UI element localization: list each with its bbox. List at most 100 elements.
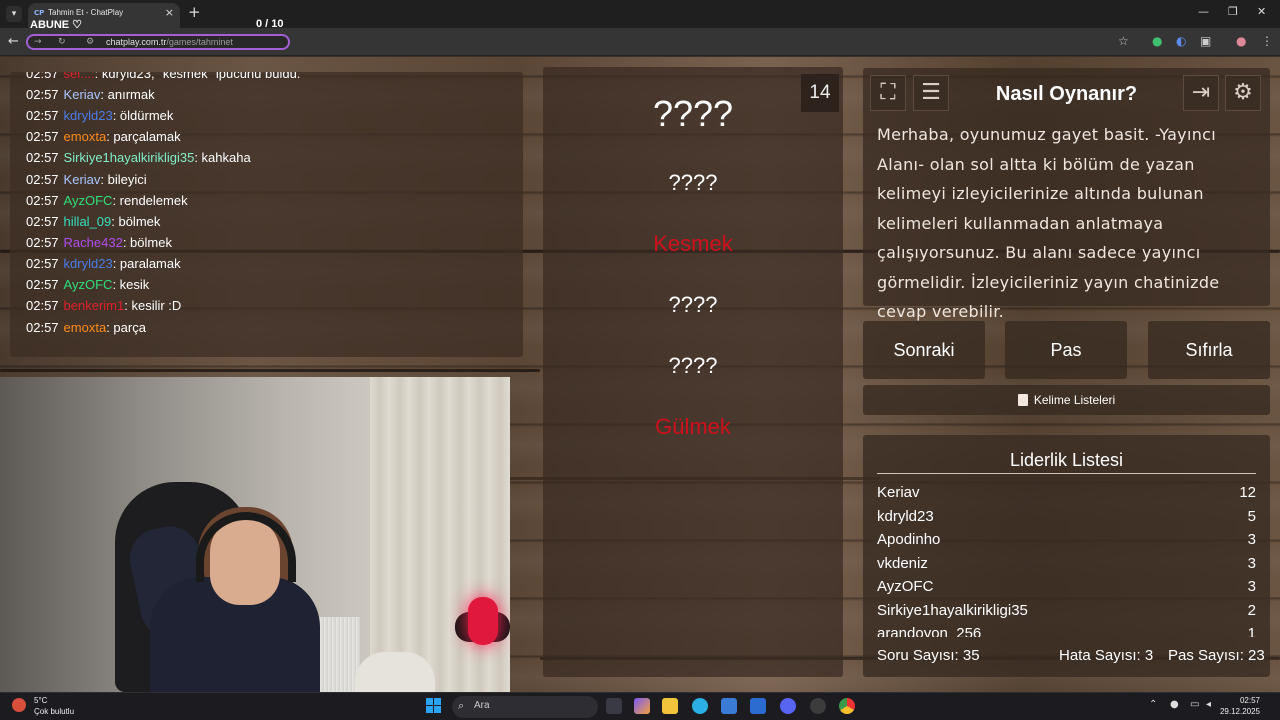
word-lists-button[interactable]: Kelime Listeleri [863, 385, 1270, 415]
game-stage: 02:57 sel...:: kdryld23, "kesmek" ipucunu… [0, 57, 1280, 692]
chat-username[interactable]: kdryld23 [64, 108, 113, 123]
chat-timestamp: 02:57 [26, 108, 59, 123]
copilot-icon[interactable] [634, 698, 650, 714]
url-text: chatplay.com.tr/games/tahminet [106, 37, 233, 47]
settings-gear-icon[interactable]: ⚙ [1225, 75, 1261, 111]
divider [877, 473, 1256, 474]
chat-username[interactable]: emoxta [64, 320, 107, 335]
chat-timestamp: 02:57 [26, 214, 59, 229]
chat-timestamp: 02:57 [26, 150, 59, 165]
chat-message: 02:57 Keriav: bileyici [26, 172, 147, 187]
back-icon[interactable]: ← [8, 34, 19, 49]
chat-username[interactable]: hillal_09 [64, 214, 112, 229]
edge-icon[interactable] [692, 698, 708, 714]
question-count: Soru Sayısı: 35 [877, 647, 980, 664]
store-icon[interactable] [721, 698, 737, 714]
subscriber-overlay: ABUNE ♡ [30, 19, 83, 31]
leaderboard-panel: Liderlik Listesi Keriav 12 kdryld23 5 Apod… [863, 435, 1270, 677]
taboo-word: Kesmek [653, 231, 733, 256]
chat-message: 02:57 Sirkiye1hayalkirikligi35: kahkaha [26, 150, 251, 165]
chat-text: : bölmek [122, 235, 172, 250]
how-to-play-panel: ⛶ ☰ Nasıl Oynanır? ⇥ ⚙ Merhaba, oyunumuz… [863, 68, 1270, 321]
reload-icon[interactable]: ↻ [58, 37, 66, 47]
pass-count: Pas Sayısı: 23 [1168, 647, 1265, 664]
exit-icon[interactable]: ⇥ [1183, 75, 1219, 111]
taboo-word: ???? [668, 170, 718, 195]
mail-icon[interactable] [750, 698, 766, 714]
word-panel: 14 ???? ???? Kesmek ???? ???? Gülmek [543, 67, 843, 677]
microphone-icon [468, 597, 498, 645]
task-view-icon[interactable] [606, 698, 622, 714]
discord-icon[interactable] [780, 698, 796, 714]
taboo-word: ???? [668, 353, 718, 378]
chat-username[interactable]: AyzOFC [64, 193, 113, 208]
chat-panel: 02:57 sel...:: kdryld23, "kesmek" ipucunu… [10, 72, 523, 357]
chat-text: : anırmak [100, 87, 155, 102]
reset-button[interactable]: Sıfırla [1148, 321, 1270, 379]
chat-text: : bölmek [111, 214, 161, 229]
chat-username[interactable]: kdryld23 [64, 256, 113, 271]
search-placeholder: Ara [474, 700, 490, 711]
menu-dots-icon[interactable]: ⋮ [1261, 34, 1273, 48]
leaderboard-row: AyzOFC 3 [877, 578, 1256, 595]
obs-icon[interactable] [810, 698, 826, 714]
chat-text: : rendelemek [112, 193, 188, 208]
profile-avatar-icon[interactable]: ● [1236, 34, 1246, 48]
chat-timestamp: 02:57 [26, 256, 59, 271]
chat-username[interactable]: emoxta [64, 129, 107, 144]
chat-username[interactable]: Rache432 [64, 235, 123, 250]
new-tab-button[interactable]: + [188, 3, 201, 21]
forward-icon[interactable]: → [34, 37, 42, 47]
chat-message: 02:57 AyzOFC: rendelemek [26, 193, 188, 208]
system-clock[interactable]: 02:57 29.12.2025 [1220, 695, 1260, 717]
restore-button[interactable]: ❐ [1228, 5, 1238, 18]
tab-title: Tahmin Et - ChatPlay [48, 8, 124, 17]
volume-icon[interactable]: ◂ [1206, 699, 1211, 710]
extension-audio-icon[interactable]: ◐ [1176, 34, 1186, 48]
chat-username[interactable]: AyzOFC [64, 277, 113, 292]
close-window-button[interactable]: ✕ [1257, 5, 1266, 18]
network-icon[interactable]: ▭ [1190, 699, 1199, 710]
chat-text: : kesilir :D [124, 298, 182, 313]
chat-username[interactable]: benkerim1 [64, 298, 125, 313]
how-to-play-text: Merhaba, oyunumuz gayet basit. -Yayıncı … [877, 125, 1220, 321]
word-lists-label: Kelime Listeleri [1033, 393, 1116, 407]
leaderboard-row: vkdeniz 3 [877, 555, 1256, 572]
leaderboard-row: kdryld23 5 [877, 508, 1256, 525]
bookmark-star-icon[interactable]: ☆ [1118, 34, 1129, 48]
chrome-icon[interactable] [839, 698, 855, 714]
chat-message: 02:57 sel...:: kdryld23, "kesmek" ipucunu… [26, 72, 300, 81]
start-menu-icon[interactable] [426, 698, 442, 714]
site-info-icon[interactable]: ⚙ [86, 37, 94, 47]
chat-username[interactable]: Keriav [64, 172, 101, 187]
url-field[interactable]: → ↻ ⚙ chatplay.com.tr/games/tahminet [26, 34, 290, 50]
leaderboard-row: Sirkiye1hayalkirikligi35 2 [877, 602, 1256, 619]
microphone-tray-icon[interactable]: ● [1170, 699, 1179, 710]
file-explorer-icon[interactable] [662, 698, 678, 714]
pass-button[interactable]: Pas [1005, 321, 1127, 379]
minimize-button[interactable]: — [1198, 5, 1209, 18]
chat-username[interactable]: sel...: [64, 72, 95, 81]
chat-message: 02:57 kdryld23: paralamak [26, 256, 181, 271]
chat-message: 02:57 Keriav: anırmak [26, 87, 155, 102]
favicon-icon: CP [34, 9, 45, 17]
extensions-puzzle-icon[interactable]: ▣ [1200, 34, 1211, 48]
leaderboard-row: Keriav 12 [877, 484, 1256, 501]
extension-shield-icon[interactable]: ● [1152, 34, 1162, 48]
chat-text: : paralamak [112, 256, 181, 271]
chat-username[interactable]: Keriav [64, 87, 101, 102]
streamer-knee [355, 652, 435, 692]
chat-username[interactable]: Sirkiye1hayalkirikligi35 [64, 150, 195, 165]
chat-text: : bileyici [100, 172, 147, 187]
chat-timestamp: 02:57 [26, 129, 59, 144]
chat-message: 02:57 benkerim1: kesilir :D [26, 298, 181, 313]
taskbar-search[interactable]: ⌕ Ara [452, 696, 598, 718]
notepad-icon [1017, 394, 1028, 406]
tab-search-button[interactable]: ▾ [6, 6, 22, 22]
chat-timestamp: 02:57 [26, 298, 59, 313]
tray-chevron-icon[interactable]: ⌃ [1149, 699, 1157, 710]
close-tab-icon[interactable]: × [165, 6, 174, 19]
chat-timestamp: 02:57 [26, 320, 59, 335]
leaderboard-row: Apodinho 3 [877, 531, 1256, 548]
next-button[interactable]: Sonraki [863, 321, 985, 379]
